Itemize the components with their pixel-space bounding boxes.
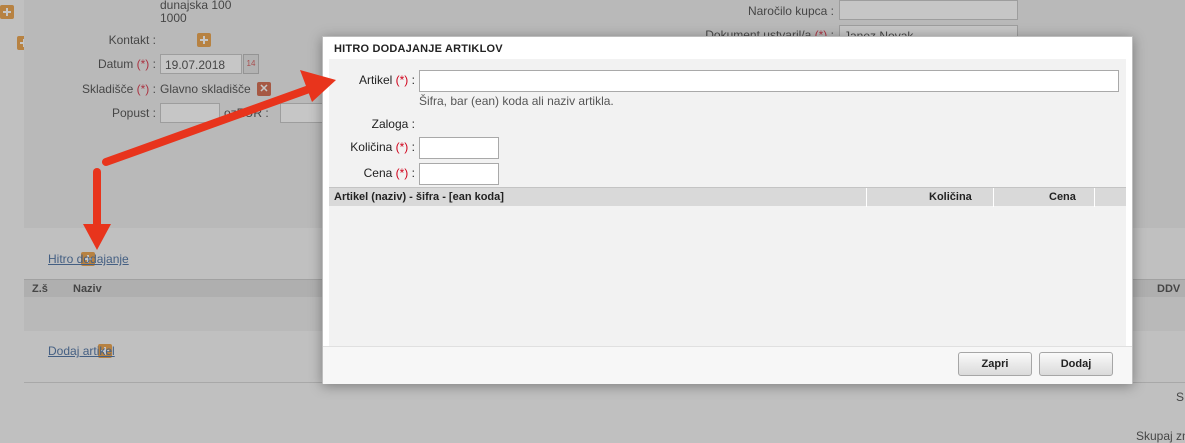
arrow-to-artikel [102, 70, 336, 166]
annotation-arrows [83, 70, 336, 250]
arrow-to-hitro-dodajanje [83, 168, 111, 250]
